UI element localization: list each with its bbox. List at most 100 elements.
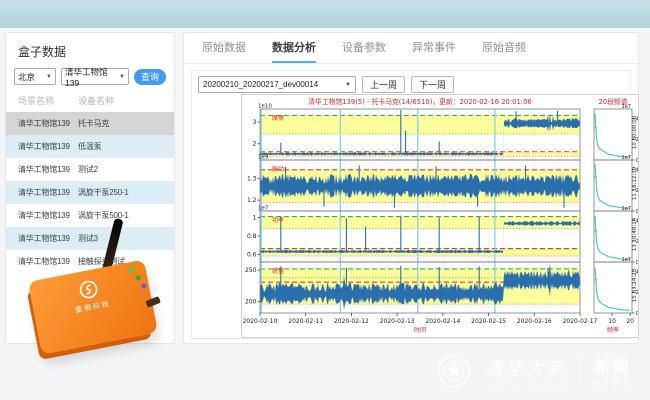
svg-text:2020-02-16: 2020-02-16	[517, 318, 552, 325]
scene-name: 清华工物馆139	[18, 118, 78, 129]
svg-text:13 10:48:14: 13 10:48:14	[632, 217, 638, 251]
week-file-select-value: 20200210_20200217_dev00014	[203, 80, 318, 89]
device-list-item[interactable]: 清华工物馆139托卡马克	[6, 112, 174, 135]
svg-text:250: 250	[245, 267, 257, 274]
svg-text:20: 20	[626, 318, 634, 325]
chart-toolbar: 20200210_20200217_dev00014 ▼ 上一周 下一周	[192, 71, 630, 93]
week-file-select[interactable]: 20200210_20200217_dev00014 ▼	[198, 76, 356, 93]
analysis-panel: 20200210_20200217_dev00014 ▼ 上一周 下一周 清华工…	[191, 70, 631, 339]
tab-data-analysis[interactable]: 数据分析	[272, 33, 316, 63]
svg-text:质量: 质量	[272, 267, 284, 275]
news-label-cn: 新闻	[593, 353, 632, 377]
svg-text:0: 0	[636, 209, 639, 215]
svg-text:摩擦: 摩擦	[272, 114, 284, 122]
svg-text:2020-02-13: 2020-02-13	[380, 318, 415, 325]
query-button[interactable]: 查询	[134, 69, 166, 85]
svg-text:200: 200	[245, 299, 257, 306]
svg-text:2020-02-17: 2020-02-17	[563, 318, 598, 325]
svg-text:0: 0	[636, 311, 639, 317]
tab-abnormal-events[interactable]: 异常事件	[412, 33, 456, 63]
svg-text:2020-02-15: 2020-02-15	[471, 318, 506, 325]
scene-name: 清华工物馆139	[18, 164, 78, 175]
svg-text:1e7: 1e7	[258, 206, 269, 212]
university-name-cn: 清华大学	[483, 354, 568, 380]
svg-text:1.2: 1.2	[247, 197, 257, 204]
svg-text:2020-02-12: 2020-02-12	[334, 318, 369, 325]
device-list-header: 场景名称 设备名称	[6, 85, 174, 112]
region-select[interactable]: 北京 ▼	[14, 68, 56, 85]
svg-text:2020-02-14: 2020-02-14	[425, 318, 460, 325]
page: 盒子数据 北京 ▼ 清华工物馆139 ▼ 查询 场景名称 设备名称 清华工物馆1…	[0, 0, 650, 400]
svg-text:0.8: 0.8	[247, 233, 257, 240]
svg-text:清华工物馆139(5) - 托卡马克(14/6510)，更新: 清华工物馆139(5) - 托卡马克(14/6510)，更新：2020-02-1…	[308, 97, 531, 106]
device-body: 盛相科技	[28, 259, 158, 354]
tsinghua-seal-icon	[437, 354, 471, 388]
scene-name: 清华工物馆139	[18, 233, 78, 244]
svg-text:10 00:00:00: 10 00:00:00	[632, 115, 638, 149]
news-wordmark: 新闻 NEWS	[593, 353, 632, 388]
svg-text:2: 2	[253, 141, 257, 148]
scene-name: 清华工物馆139	[18, 187, 78, 198]
brand-logo-icon	[77, 278, 100, 301]
top-banner	[0, 0, 650, 28]
svg-text:1e7: 1e7	[622, 155, 631, 161]
chart-svg: 清华工物馆139(5) - 托卡马克(14/6510)，更新：2020-02-1…	[242, 95, 638, 337]
device-name: 测试2	[78, 164, 98, 175]
region-select-value: 北京	[18, 71, 35, 83]
device-name: 托卡马克	[78, 118, 109, 129]
university-wordmark: 清华大学 Tsinghua University	[483, 354, 568, 388]
device-list-item[interactable]: 清华工物馆139测试2	[6, 158, 174, 181]
svg-text:2020-02-10: 2020-02-10	[243, 318, 278, 325]
svg-text:10: 10	[608, 318, 616, 325]
chevron-down-icon: ▼	[345, 82, 351, 88]
tab-raw-audio[interactable]: 原始音频	[482, 33, 526, 63]
tab-device-params[interactable]: 设备参数	[342, 33, 386, 63]
sensor-device-photo: 盛相科技	[28, 244, 170, 354]
svg-text:1e7: 1e7	[622, 257, 631, 263]
tab-raw-data[interactable]: 原始数据	[202, 33, 246, 63]
svg-text:2020-02-11: 2020-02-11	[288, 318, 323, 325]
svg-text:3: 3	[253, 119, 257, 126]
svg-text:15 03:24:23: 15 03:24:23	[632, 268, 638, 302]
sidebar-controls: 北京 ▼ 清华工物馆139 ▼ 查询	[6, 68, 174, 85]
led-green2-icon	[136, 275, 141, 280]
site-select-value: 清华工物馆139	[65, 66, 117, 88]
chevron-down-icon: ▼	[46, 74, 52, 80]
svg-text:1e9: 1e9	[258, 155, 269, 161]
scene-name: 清华工物馆139	[18, 141, 78, 152]
svg-text:11 18:12:39: 11 18:12:39	[632, 166, 638, 200]
svg-text:1.3: 1.3	[247, 175, 257, 182]
svg-text:1: 1	[253, 214, 257, 221]
scene-column-header: 场景名称	[18, 94, 78, 107]
svg-text:1e7: 1e7	[622, 206, 631, 212]
svg-text:0: 0	[636, 260, 639, 266]
device-port	[145, 296, 161, 308]
watermark-divider	[580, 356, 581, 386]
university-name-en: Tsinghua University	[483, 381, 568, 388]
device-name: 涡旋干泵250-1	[78, 187, 129, 198]
device-name: 低温泵	[78, 141, 101, 152]
svg-text:0: 0	[636, 158, 639, 164]
device-name: 测试3	[78, 233, 98, 244]
analysis-chart: 清华工物馆139(5) - 托卡马克(14/6510)，更新：2020-02-1…	[241, 94, 639, 338]
next-week-button[interactable]: 下一周	[411, 76, 454, 93]
svg-text:1e10: 1e10	[258, 104, 272, 110]
main-panel: 原始数据数据分析设备参数异常事件原始音频 20200210_20200217_d…	[183, 32, 639, 344]
news-label-en: NEWS	[593, 378, 632, 388]
svg-text:振动: 振动	[272, 165, 284, 173]
site-select[interactable]: 清华工物馆139 ▼	[61, 68, 129, 85]
device-list-item[interactable]: 清华工物馆139涡旋干泵500-1	[6, 204, 174, 227]
device-list-item[interactable]: 清华工物馆139低温泵	[6, 135, 174, 158]
scene-name: 清华工物馆139	[18, 210, 78, 221]
device-list-item[interactable]: 清华工物馆139涡旋干泵250-1	[6, 181, 174, 204]
sidebar-title: 盒子数据	[6, 33, 174, 68]
device-column-header: 设备名称	[78, 94, 114, 107]
led-blue-icon	[142, 284, 147, 289]
svg-text:时间: 时间	[414, 326, 426, 334]
chevron-down-icon: ▼	[119, 74, 125, 80]
svg-text:1e7: 1e7	[622, 104, 631, 110]
svg-text:频率: 频率	[607, 326, 619, 334]
led-green-icon	[129, 268, 134, 273]
svg-text:功率: 功率	[272, 216, 284, 224]
prev-week-button[interactable]: 上一周	[362, 76, 405, 93]
